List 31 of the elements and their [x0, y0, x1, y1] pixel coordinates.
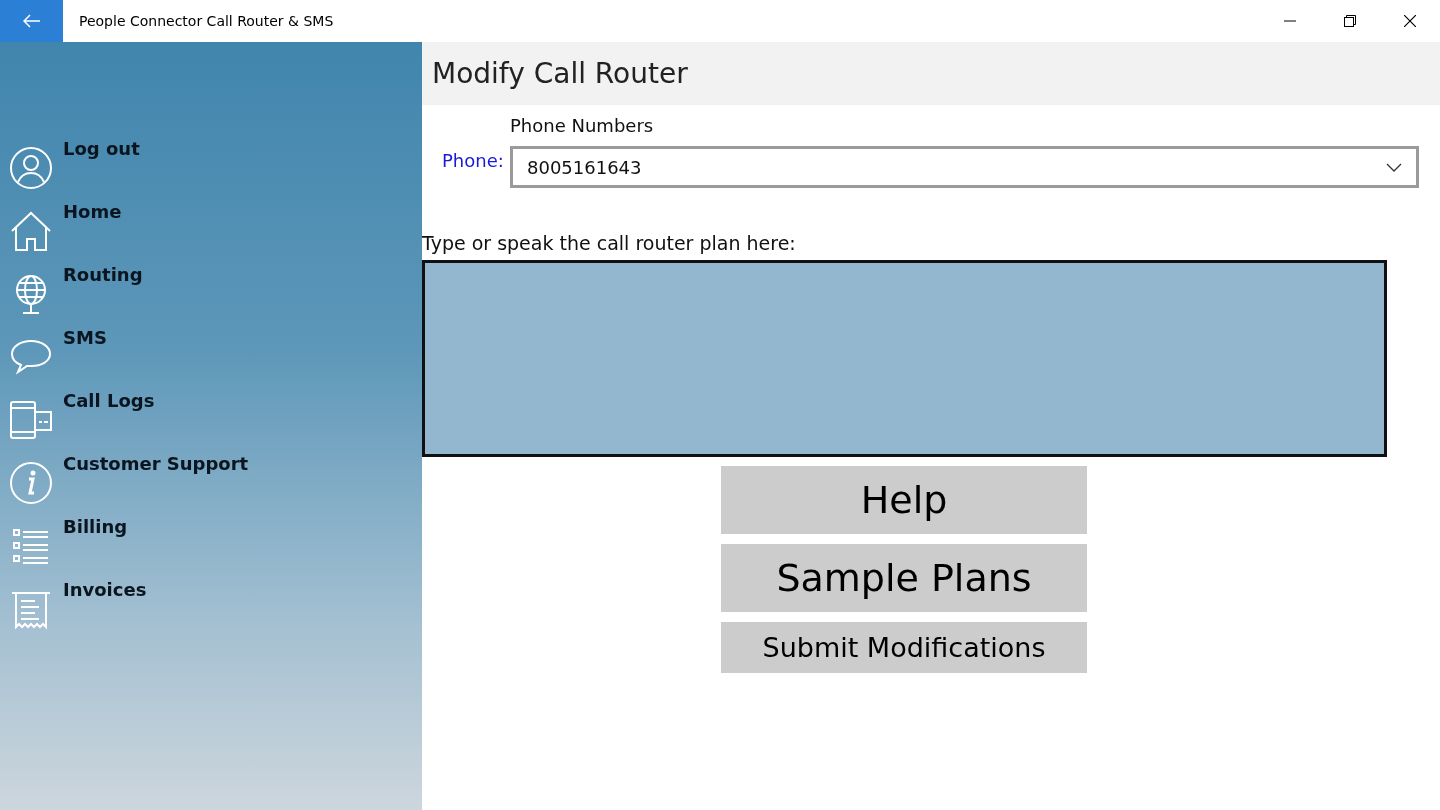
- list-icon: [13, 529, 49, 564]
- action-button[interactable]: Submit Modifications: [721, 622, 1087, 673]
- sidebar-item[interactable]: Routing: [0, 264, 422, 327]
- action-button[interactable]: Help: [721, 466, 1087, 534]
- back-button[interactable]: [0, 0, 63, 42]
- plan-input-field[interactable]: [422, 260, 1387, 457]
- maximize-icon: [1344, 15, 1356, 27]
- speech-bubble-icon: [11, 340, 51, 373]
- action-button[interactable]: Sample Plans: [721, 544, 1087, 612]
- sidebar-item[interactable]: Billing: [0, 516, 422, 579]
- home-icon: [11, 211, 51, 251]
- plan-prompt: Type or speak the call router plan here:: [422, 232, 797, 254]
- sidebar-item[interactable]: Home: [0, 201, 422, 264]
- chevron-down-icon: [1386, 162, 1402, 172]
- dropdown-label: Phone Numbers: [510, 115, 655, 136]
- receipt-icon: [11, 592, 51, 630]
- page-title: Modify Call Router: [432, 57, 688, 90]
- user-icon: [10, 147, 52, 189]
- sidebar-item[interactable]: Log out: [0, 138, 422, 201]
- info-icon: [10, 462, 52, 504]
- globe-icon: [16, 275, 46, 314]
- window-title: People Connector Call Router & SMS: [79, 13, 334, 29]
- sidebar-item[interactable]: SMS: [0, 327, 422, 390]
- phone-dropdown[interactable]: 8005161643: [510, 146, 1419, 188]
- back-arrow-icon: [22, 14, 41, 28]
- sidebar-item[interactable]: Invoices: [0, 579, 422, 642]
- sidebar-item[interactable]: Call Logs: [0, 390, 422, 453]
- close-icon: [1404, 15, 1416, 27]
- phone-card-icon: [10, 401, 52, 439]
- phone-label: Phone:: [442, 150, 505, 171]
- sidebar-item[interactable]: Customer Support: [0, 453, 422, 516]
